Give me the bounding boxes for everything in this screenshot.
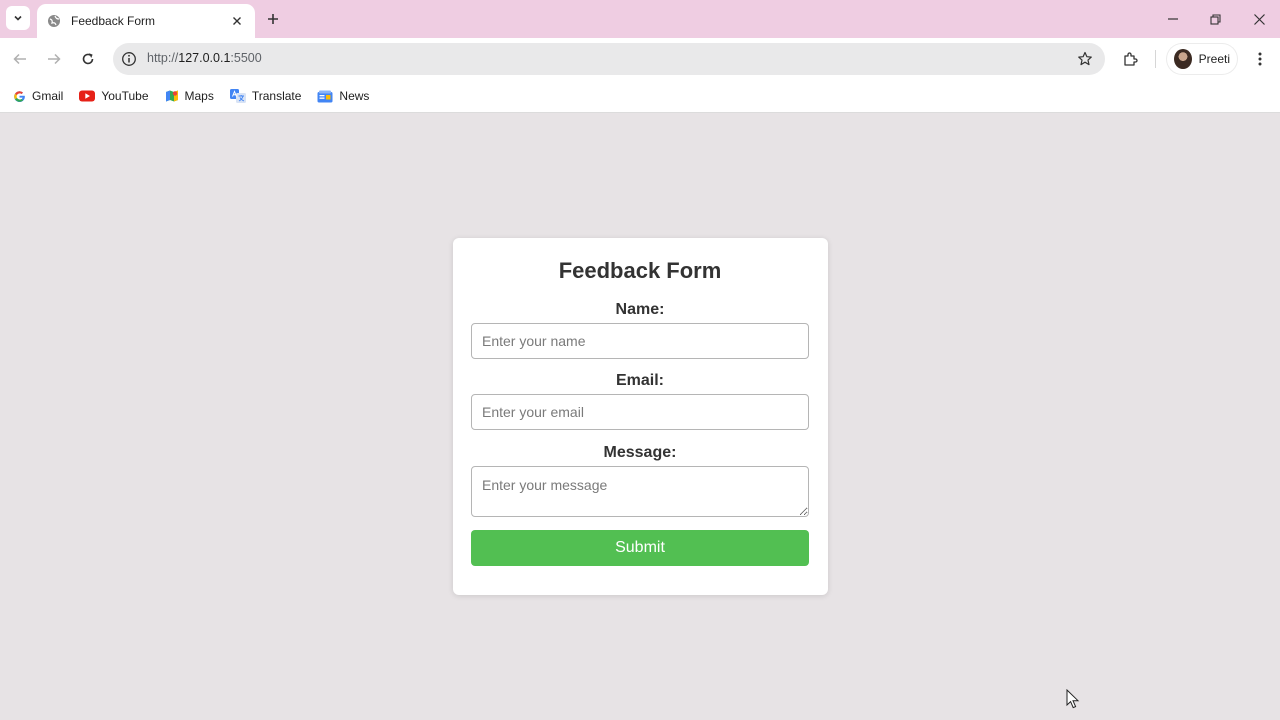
youtube-icon	[79, 89, 96, 103]
profile-button[interactable]: Preeti	[1166, 43, 1238, 75]
restore-button[interactable]	[1205, 9, 1225, 29]
bookmark-label: Gmail	[32, 89, 64, 103]
back-button[interactable]	[10, 49, 30, 69]
minimize-icon	[1168, 18, 1178, 20]
bookmark-label: Maps	[184, 89, 214, 103]
browser-menu-button[interactable]	[1250, 49, 1270, 69]
form-title: Feedback Form	[558, 258, 722, 283]
minimize-button[interactable]	[1163, 9, 1183, 29]
message-label: Message:	[603, 444, 677, 461]
extensions-button[interactable]	[1121, 49, 1141, 69]
new-tab-button[interactable]	[263, 9, 283, 29]
url-host: 127.0.0.1	[178, 51, 231, 65]
forward-arrow-icon	[48, 53, 61, 65]
bookmark-maps[interactable]: Maps	[165, 89, 214, 103]
globe-icon	[47, 13, 63, 29]
url-port: :5500	[230, 51, 262, 65]
submit-button[interactable]: Submit	[471, 530, 809, 566]
bookmark-translate[interactable]: Translate	[229, 89, 302, 103]
name-input[interactable]	[471, 323, 809, 359]
profile-name: Preeti	[1198, 52, 1230, 66]
close-tab-icon[interactable]	[229, 13, 245, 29]
plus-icon	[268, 14, 278, 24]
email-input[interactable]	[471, 394, 809, 430]
address-bar[interactable]: http://127.0.0.1:5500	[113, 43, 1105, 75]
forward-button[interactable]	[44, 49, 64, 69]
puzzle-icon	[1124, 52, 1138, 66]
url-scheme: http://	[147, 51, 179, 65]
tab-title: Feedback Form	[71, 14, 156, 28]
bookmark-label: Translate	[251, 89, 302, 103]
mouse-cursor-icon	[1066, 689, 1080, 709]
reload-icon	[82, 53, 94, 65]
site-info-icon[interactable]	[121, 51, 137, 67]
google-icon	[12, 89, 26, 103]
tab-strip: Feedback Form	[0, 0, 1280, 38]
avatar	[1174, 49, 1192, 69]
bookmark-label: YouTube	[101, 89, 149, 103]
bookmark-news[interactable]: News	[317, 89, 369, 103]
maps-icon	[165, 89, 179, 103]
tab-feedback-form[interactable]: Feedback Form	[37, 4, 255, 38]
restore-icon	[1209, 13, 1221, 25]
reload-button[interactable]	[78, 49, 98, 69]
browser-toolbar: http://127.0.0.1:5500 Preeti	[0, 38, 1280, 80]
kebab-menu-icon	[1258, 52, 1262, 66]
translate-icon	[229, 89, 246, 103]
email-label: Email:	[615, 372, 664, 389]
name-label: Name:	[615, 301, 665, 318]
close-icon	[1253, 13, 1265, 25]
toolbar-divider	[1155, 50, 1156, 68]
message-textarea[interactable]	[471, 466, 809, 517]
back-arrow-icon	[13, 53, 26, 65]
bookmark-gmail[interactable]: Gmail	[12, 89, 63, 103]
bookmark-star-icon[interactable]	[1077, 51, 1093, 67]
tab-search-button[interactable]	[6, 6, 30, 30]
news-icon	[317, 89, 333, 103]
bookmark-label: News	[339, 89, 370, 103]
bookmarks-bar: Gmail YouTube Maps Translate News	[0, 80, 1280, 113]
close-window-button[interactable]	[1249, 9, 1269, 29]
url-text: http://127.0.0.1:5500	[147, 51, 262, 65]
chevron-down-icon	[14, 15, 22, 21]
bookmark-youtube[interactable]: YouTube	[79, 89, 149, 103]
